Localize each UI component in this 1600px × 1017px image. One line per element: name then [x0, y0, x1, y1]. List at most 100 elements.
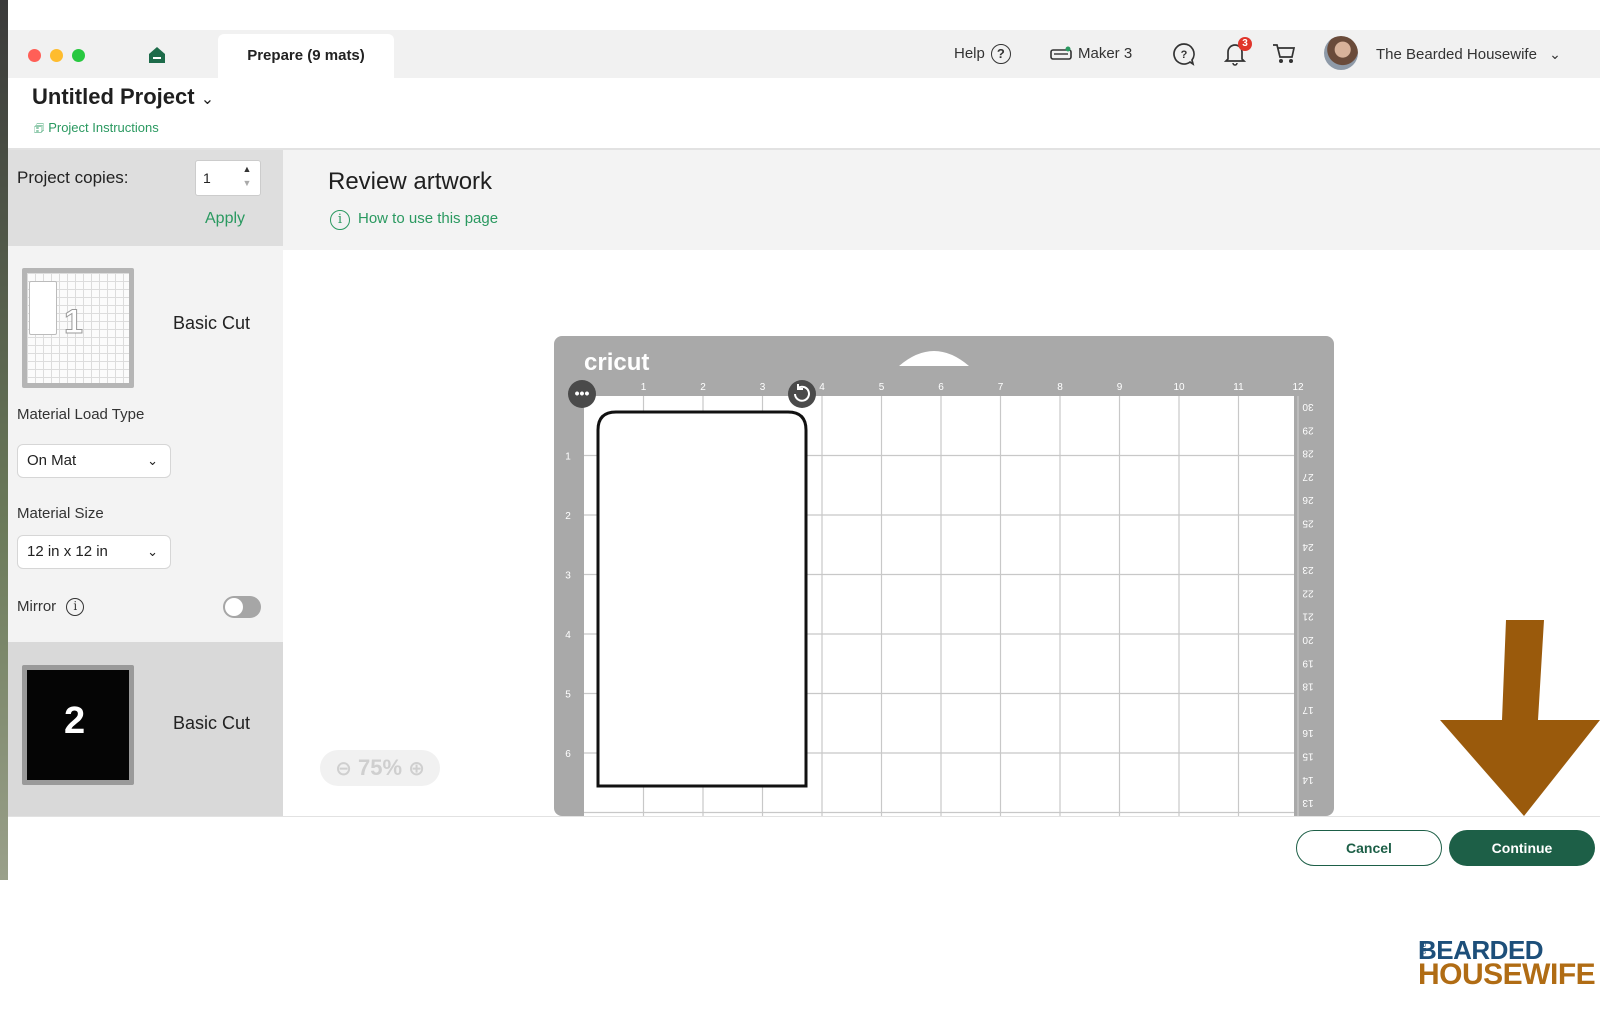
- cancel-button[interactable]: Cancel: [1296, 830, 1442, 866]
- chat-help-icon: ?: [1173, 43, 1195, 66]
- increment-arrow-icon[interactable]: ▲: [240, 162, 254, 176]
- minimize-window-button[interactable]: [50, 49, 63, 62]
- mirror-toggle-knob: [225, 598, 243, 616]
- chevron-down-icon: ⌄: [200, 91, 215, 108]
- help-label: Help: [954, 45, 985, 62]
- project-title-dropdown[interactable]: Untitled Project ⌄: [32, 84, 214, 110]
- ruler-label: 5: [565, 690, 571, 701]
- apply-button[interactable]: Apply: [205, 210, 245, 228]
- user-name: The Bearded Housewife: [1376, 46, 1537, 63]
- mat-brand-logo: cricut: [584, 349, 649, 376]
- ruler-label: 29: [1302, 424, 1314, 435]
- mirror-row: Mirror i: [17, 598, 85, 617]
- ruler-label: 2: [700, 382, 706, 393]
- project-instructions-label: Project Instructions: [48, 120, 159, 135]
- help-question-icon: ?: [990, 44, 1011, 65]
- ruler-label: 28: [1302, 448, 1314, 459]
- cutting-machine-icon: [1050, 46, 1072, 60]
- zoom-out-icon[interactable]: ⊖: [335, 758, 352, 780]
- ruler-label: 4: [819, 382, 825, 393]
- ruler-label: 1: [565, 452, 571, 463]
- ruler-label: 16: [1302, 727, 1314, 738]
- ruler-label: 8: [1057, 382, 1063, 393]
- machine-selector[interactable]: Maker 3: [1050, 40, 1132, 68]
- ruler-label: 27: [1302, 471, 1314, 482]
- mat-1-label: Basic Cut: [173, 313, 251, 333]
- document-icon: 🗊: [34, 123, 45, 135]
- cart-button[interactable]: [1272, 40, 1296, 68]
- svg-text:?: ?: [1181, 49, 1188, 61]
- machine-label: Maker 3: [1078, 45, 1133, 62]
- ruler-label: 13: [1302, 797, 1314, 808]
- material-load-type-label: Material Load Type: [17, 406, 145, 423]
- ruler-label: 25: [1302, 518, 1314, 529]
- mat-2-number: 2: [64, 700, 86, 742]
- project-copies-label: Project copies:: [17, 168, 129, 187]
- material-load-type-value: On Mat: [27, 452, 77, 469]
- ruler-label: 3: [565, 571, 571, 582]
- help-menu[interactable]: Help?: [954, 40, 1011, 68]
- ruler-label: 12: [1292, 382, 1304, 393]
- info-icon[interactable]: i: [66, 598, 85, 617]
- mat-1-artwork-preview: [29, 281, 57, 335]
- material-size-value: 12 in x 12 in: [27, 543, 108, 560]
- how-to-use-label: How to use this page: [358, 210, 499, 227]
- ruler-label: 19: [1302, 657, 1314, 668]
- ruler-label: 5: [879, 382, 885, 393]
- ruler-label: 9: [1117, 382, 1123, 393]
- info-icon: i: [330, 210, 350, 230]
- close-window-button[interactable]: [28, 49, 41, 62]
- ruler-label: 14: [1302, 774, 1314, 785]
- ruler-label: 18: [1302, 681, 1314, 692]
- ruler-label: 26: [1302, 494, 1314, 505]
- ruler-label: 23: [1302, 564, 1314, 575]
- chevron-down-icon: ⌄: [1549, 46, 1561, 62]
- home-icon[interactable]: [148, 46, 166, 64]
- mat-1-number: 1: [64, 303, 84, 342]
- notification-badge: 3: [1238, 37, 1252, 51]
- ruler-label: 3: [760, 382, 766, 393]
- copies-stepper[interactable]: ▲ ▼: [240, 162, 254, 194]
- tab-prepare[interactable]: Prepare (9 mats): [218, 34, 394, 78]
- chevron-down-icon: ⌄: [147, 453, 158, 468]
- desktop-background-strip: [0, 0, 8, 880]
- review-header: [283, 150, 1600, 250]
- continue-button[interactable]: Continue: [1449, 830, 1595, 866]
- cutting-mat-preview: cricut 1 2 3 4 5 6 7 8 9 10 11 12 123456 3029282726…: [554, 336, 1334, 816]
- watermark-line-2: HOUSEWIFE: [1418, 958, 1596, 991]
- ellipsis-icon: •••: [575, 385, 590, 401]
- zoom-window-button[interactable]: [72, 49, 85, 62]
- artwork-rounded-rectangle[interactable]: [596, 410, 808, 788]
- ruler-label: 4: [565, 630, 571, 641]
- ruler-label: 6: [938, 382, 944, 393]
- material-size-label: Material Size: [17, 505, 104, 522]
- support-button[interactable]: ?: [1172, 40, 1196, 68]
- review-title: Review artwork: [328, 168, 493, 195]
- chevron-down-icon: ⌄: [147, 544, 158, 559]
- annotation-arrow-icon: [1440, 620, 1600, 816]
- ruler-label: 22: [1302, 587, 1314, 598]
- material-size-select[interactable]: 12 in x 12 in ⌄: [17, 535, 171, 569]
- how-to-use-link[interactable]: i How to use this page: [330, 210, 498, 230]
- material-load-type-select[interactable]: On Mat ⌄: [17, 444, 171, 478]
- ruler-label: 24: [1302, 541, 1314, 552]
- project-title: Untitled Project: [32, 84, 195, 109]
- ruler-label: 17: [1302, 704, 1314, 715]
- cart-icon: [1273, 44, 1296, 64]
- ruler-label: 10: [1173, 382, 1185, 393]
- ruler-label: 7: [998, 382, 1004, 393]
- ruler-label: 1: [641, 382, 647, 393]
- ruler-label: 15: [1302, 751, 1314, 762]
- mirror-label: Mirror: [17, 598, 57, 615]
- decrement-arrow-icon[interactable]: ▼: [240, 176, 254, 190]
- user-avatar[interactable]: [1324, 36, 1358, 70]
- ruler-label: 20: [1302, 634, 1314, 645]
- user-menu[interactable]: The Bearded Housewife ⌄: [1376, 40, 1561, 68]
- project-instructions-link[interactable]: 🗊 Project Instructions: [34, 120, 159, 139]
- mat-2-label: Basic Cut: [173, 713, 251, 733]
- zoom-in-icon[interactable]: ⊕: [408, 758, 425, 780]
- zoom-control: ⊖ 75% ⊕: [320, 750, 440, 786]
- zoom-level: 75%: [357, 755, 403, 780]
- rotate-handle[interactable]: [788, 380, 816, 408]
- ruler-label: 11: [1233, 382, 1244, 393]
